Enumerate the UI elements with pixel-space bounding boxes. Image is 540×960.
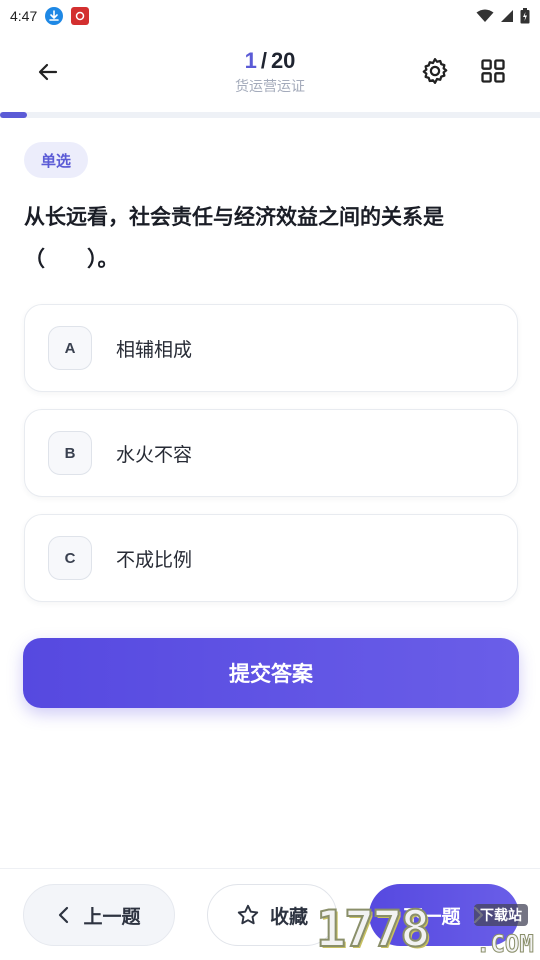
status-bar: 4:47 — [0, 0, 540, 32]
chevron-left-icon — [59, 906, 69, 924]
header: 1/20 货运营运证 — [0, 36, 540, 108]
previous-question-label: 上一题 — [83, 905, 141, 928]
option-text: 相辅相成 — [116, 338, 193, 361]
question-counter: 1/20 — [0, 48, 540, 74]
counter-separator: / — [260, 48, 267, 73]
submit-answer-button[interactable]: 提交答案 — [23, 638, 519, 708]
option-letter: B — [48, 431, 92, 475]
option-b[interactable]: B 水火不容 — [24, 409, 518, 497]
option-letter: A — [48, 326, 92, 370]
option-a[interactable]: A 相辅相成 — [24, 304, 518, 392]
status-indicators — [476, 8, 530, 24]
next-question-button[interactable]: 下一题 — [369, 884, 519, 946]
question-grid-button[interactable] — [476, 54, 510, 88]
wifi-icon — [476, 9, 494, 22]
status-time: 4:47 — [10, 8, 38, 24]
gear-icon — [422, 58, 448, 84]
option-letter: C — [48, 536, 92, 580]
signal-icon — [501, 10, 513, 22]
grid-icon — [481, 59, 505, 83]
option-text: 不成比例 — [116, 548, 193, 571]
settings-button[interactable] — [418, 54, 452, 88]
progress-bar — [0, 112, 540, 118]
current-question-number: 1 — [244, 48, 257, 73]
chevron-right-icon — [473, 906, 483, 924]
battery-icon — [520, 8, 530, 24]
download-notification-icon — [45, 7, 64, 25]
star-icon — [237, 904, 259, 925]
page-subtitle: 货运营运证 — [235, 79, 305, 95]
question-text: 从长远看，社会责任与经济效益之间的关系是（ ）。 — [24, 205, 444, 271]
option-text: 水火不容 — [116, 443, 193, 466]
progress-bar-fill — [0, 112, 27, 118]
question-type-badge: 单选 — [24, 142, 89, 178]
total-questions: 20 — [270, 48, 296, 73]
previous-question-button[interactable]: 上一题 — [23, 884, 175, 946]
option-c[interactable]: C 不成比例 — [24, 514, 518, 602]
next-question-label: 下一题 — [403, 905, 461, 928]
favorite-button[interactable]: 收藏 — [207, 884, 337, 946]
app-notification-icon — [71, 7, 90, 25]
favorite-label: 收藏 — [269, 905, 308, 928]
